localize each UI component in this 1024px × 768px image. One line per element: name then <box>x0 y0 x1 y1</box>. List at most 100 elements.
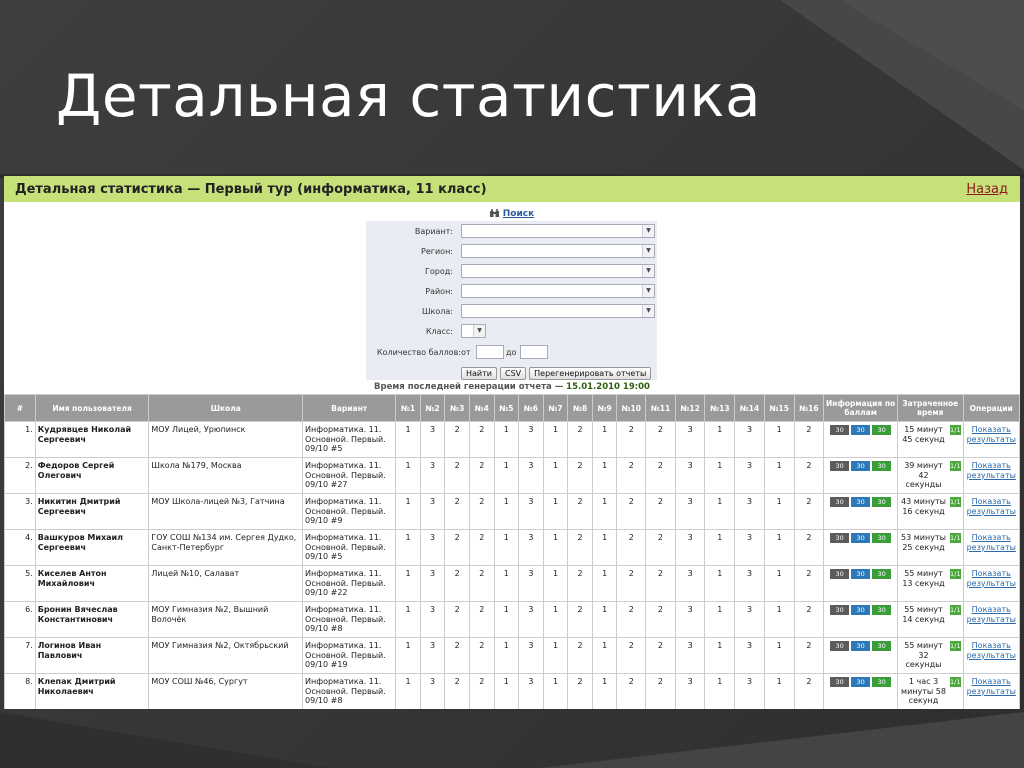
user-name: Логинов Иван Павлович <box>34 637 150 674</box>
task-score: 1 <box>395 529 421 566</box>
task-score: 1 <box>395 673 421 709</box>
attempts-badge: 1/1 <box>950 641 961 651</box>
score-info: 30 30 30 <box>823 601 898 638</box>
show-results-link[interactable]: Показать результаты <box>967 425 1016 444</box>
task-score: 2 <box>616 529 647 566</box>
district-select[interactable]: ▼ <box>461 284 655 298</box>
task-score: 2 <box>567 457 593 494</box>
score-badge: 30 <box>830 425 850 435</box>
task-score: 3 <box>734 637 765 674</box>
score-badge: 30 <box>830 533 850 543</box>
row-number: 4. <box>4 529 36 566</box>
table-row: 1. Кудрявцев Николай Сергеевич МОУ Лицей, … <box>4 421 1020 458</box>
task-score: 2 <box>444 673 470 709</box>
score-from-input[interactable] <box>476 345 504 359</box>
time-spent: 43 минуты 16 секунд 1/1 <box>896 493 964 530</box>
task-score: 2 <box>793 565 825 602</box>
task-score: 2 <box>444 565 470 602</box>
task-score: 3 <box>674 529 706 566</box>
city-label: Город: <box>425 267 453 276</box>
task-score: 1 <box>493 565 520 602</box>
time-text: 55 минут 13 секунд <box>902 569 945 588</box>
task-score: 2 <box>645 457 676 494</box>
column-header: №7 <box>542 394 569 422</box>
table-row: 6. Бронин Вячеслав Константинович МОУ Гимн… <box>4 601 1020 638</box>
attempts-badge: 1/1 <box>950 497 961 507</box>
task-score: 2 <box>444 493 470 530</box>
task-score: 1 <box>591 637 618 674</box>
task-score: 1 <box>493 637 520 674</box>
attempts-badge: 1/1 <box>950 677 961 687</box>
task-score: 1 <box>704 565 736 602</box>
region-row: Регион: ▼ <box>366 244 657 260</box>
show-results-link[interactable]: Показать результаты <box>967 641 1016 660</box>
task-score: 1 <box>542 565 569 602</box>
score-badge: 30 <box>851 461 871 471</box>
task-score: 1 <box>591 421 618 458</box>
task-score: 1 <box>704 493 736 530</box>
back-link[interactable]: Назад <box>966 182 1008 197</box>
task-score: 2 <box>567 673 593 709</box>
school-label: Школа: <box>422 307 453 316</box>
task-score: 3 <box>419 601 446 638</box>
task-score: 2 <box>444 601 470 638</box>
operations: Показать результаты <box>962 457 1020 494</box>
score-badge: 30 <box>872 425 892 435</box>
score-badge: 30 <box>872 533 892 543</box>
show-results-link[interactable]: Показать результаты <box>967 677 1016 696</box>
school-select[interactable]: ▼ <box>461 304 655 318</box>
column-header: №12 <box>674 394 706 422</box>
task-score: 1 <box>542 457 569 494</box>
show-results-link[interactable]: Показать результаты <box>967 605 1016 624</box>
task-score: 2 <box>468 493 495 530</box>
search-link[interactable]: Поиск <box>503 209 534 219</box>
class-select[interactable]: ▼ <box>461 324 486 338</box>
score-badge: 30 <box>830 461 850 471</box>
score-to-label: до <box>506 348 517 357</box>
task-score: 3 <box>518 529 544 566</box>
search-toggle[interactable]: Поиск <box>4 208 1020 220</box>
task-score: 3 <box>674 457 706 494</box>
show-results-link[interactable]: Показать результаты <box>967 533 1016 552</box>
variant-select[interactable]: ▼ <box>461 224 655 238</box>
table-row: 2. Федоров Сергей Олегович Школа №179, Мос… <box>4 457 1020 494</box>
region-select[interactable]: ▼ <box>461 244 655 258</box>
column-header: №16 <box>793 394 825 422</box>
time-text: 55 минут 14 секунд <box>902 605 945 624</box>
task-score: 1 <box>395 457 421 494</box>
user-name: Никитин Дмитрий Сергеевич <box>34 493 150 530</box>
time-text: 1 час 3 минуты 58 секунд <box>901 677 946 705</box>
find-button[interactable]: Найти <box>461 367 497 380</box>
row-number: 5. <box>4 565 36 602</box>
regenerate-button[interactable]: Перегенерировать отчеты <box>529 367 652 380</box>
operations: Показать результаты <box>962 493 1020 530</box>
generation-date: 15.01.2010 19:00 <box>566 382 650 392</box>
time-wrap: 1 час 3 минуты 58 секунд 1/1 <box>900 677 961 706</box>
task-score: 1 <box>704 601 736 638</box>
csv-button[interactable]: CSV <box>499 367 527 380</box>
form-buttons: Найти CSV Перегенерировать отчеты <box>461 367 652 380</box>
task-score: 1 <box>542 637 569 674</box>
variant-row: Вариант: ▼ <box>366 224 657 240</box>
city-select[interactable]: ▼ <box>461 264 655 278</box>
task-score: 3 <box>734 529 765 566</box>
operations: Показать результаты <box>962 601 1020 638</box>
task-score: 3 <box>518 601 544 638</box>
score-to-input[interactable] <box>520 345 548 359</box>
task-score: 3 <box>518 493 544 530</box>
score-badge: 30 <box>830 569 850 579</box>
task-score: 3 <box>419 565 446 602</box>
task-score: 1 <box>591 457 618 494</box>
show-results-link[interactable]: Показать результаты <box>967 569 1016 588</box>
task-score: 2 <box>616 493 647 530</box>
task-score: 1 <box>763 421 795 458</box>
column-header: №13 <box>704 394 736 422</box>
task-score: 2 <box>793 673 825 709</box>
row-number: 2. <box>4 457 36 494</box>
show-results-link[interactable]: Показать результаты <box>967 497 1016 516</box>
chevron-down-icon: ▼ <box>642 285 654 297</box>
show-results-link[interactable]: Показать результаты <box>967 461 1016 480</box>
generation-status: Время последней генерации отчета — 15.01… <box>4 382 1020 392</box>
score-badge: 30 <box>872 641 892 651</box>
column-header: # <box>4 394 36 422</box>
